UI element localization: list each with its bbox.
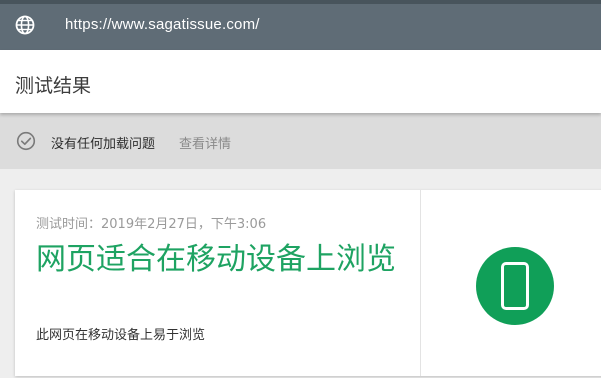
page-title: 测试结果: [15, 75, 92, 97]
address-bar: https://www.sagatissue.com/: [0, 0, 601, 50]
url-text[interactable]: https://www.sagatissue.com/: [65, 16, 260, 33]
globe-icon: [15, 15, 35, 35]
result-card: 测试时间：2019年2月27日，下午3:06 网页适合在移动设备上浏览 此网页在…: [15, 190, 601, 376]
mobile-badge: [476, 247, 554, 325]
card-divider: [420, 190, 421, 376]
result-title: 网页适合在移动设备上浏览: [36, 242, 396, 277]
view-details-link[interactable]: 查看详情: [179, 133, 231, 152]
mobile-phone-icon: [501, 262, 529, 310]
check-circle-icon: [16, 131, 36, 151]
test-timestamp: 测试时间：2019年2月27日，下午3:06: [36, 217, 267, 232]
result-description: 此网页在移动设备上易于浏览: [36, 328, 206, 343]
page-header: 测试结果: [0, 50, 601, 113]
status-bar: 没有任何加载问题 查看详情: [0, 113, 601, 169]
status-text: 没有任何加载问题: [51, 137, 156, 152]
